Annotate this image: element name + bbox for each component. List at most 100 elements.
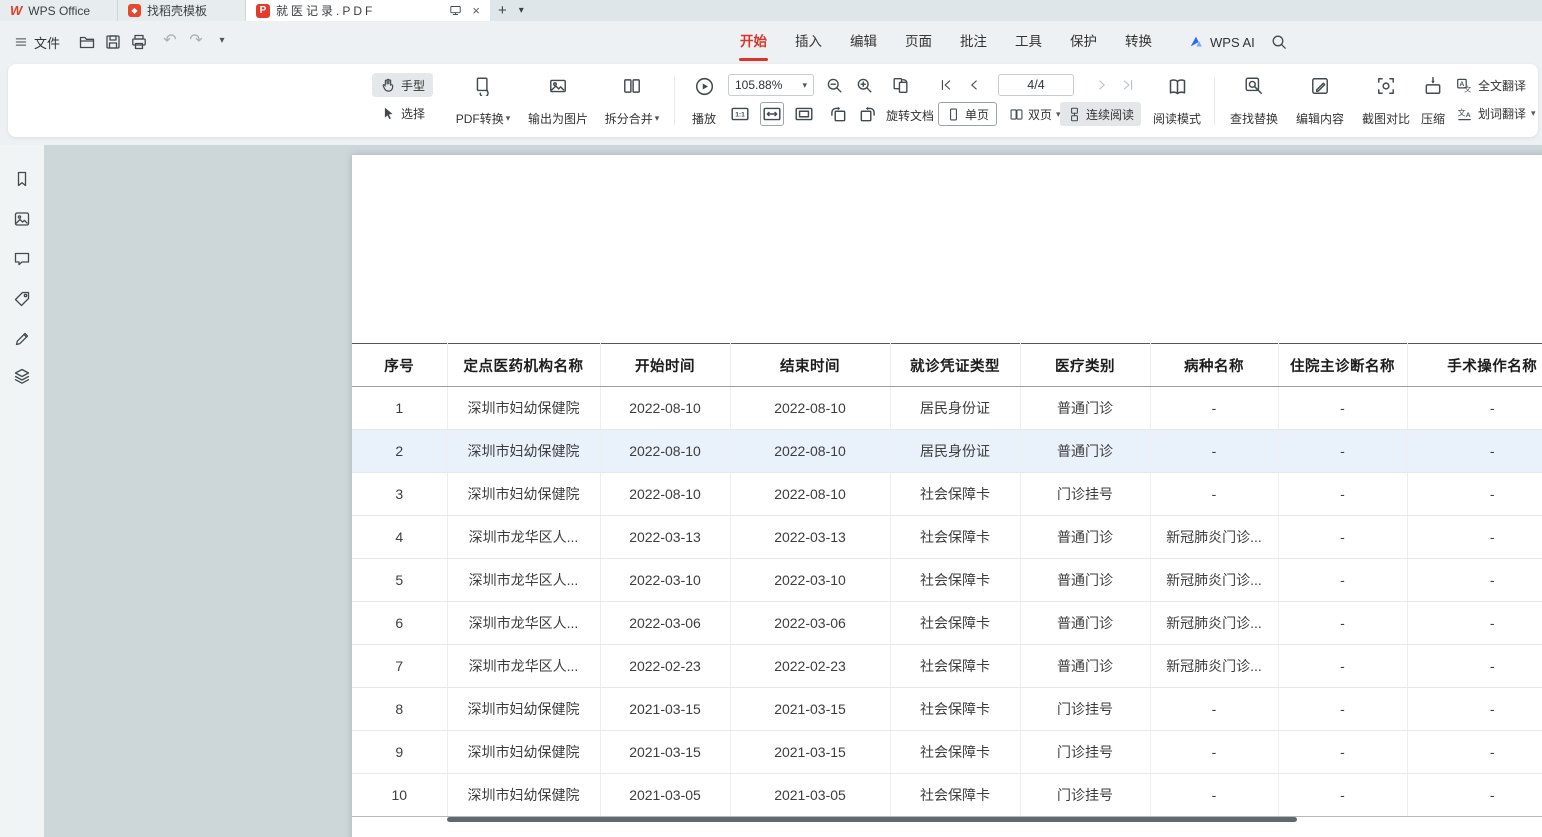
zoom-in-button[interactable] [852,73,876,97]
menu-item-1[interactable]: 插入 [781,21,836,63]
table-cell: 2021-03-15 [730,688,890,731]
menu-item-2[interactable]: 编辑 [836,21,891,63]
word-translate-button[interactable]: 文A 划词翻译 ▾ [1456,105,1536,122]
column-header: 序号 [352,344,447,387]
horizontal-scrollbar-thumb[interactable] [447,817,1297,822]
layers-icon[interactable] [13,367,31,385]
rotate-document-label[interactable]: 旋转文档 [886,107,934,124]
full-translate-button[interactable]: A文 全文翻译 [1456,77,1526,94]
table-cell: 深圳市妇幼保健院 [447,387,600,430]
read-mode-button[interactable]: 阅读模式 [1146,72,1208,130]
table-cell: 2022-02-23 [730,645,890,688]
actual-size-button[interactable]: 1:1 [728,102,752,126]
find-replace-button[interactable]: 查找替换 [1222,72,1286,130]
rotate-left-button[interactable] [826,102,850,126]
tab-wps-office[interactable]: W WPS Office [0,0,118,21]
save-icon[interactable] [104,33,122,51]
split-merge-button[interactable]: 拆分合并▾ [596,72,668,130]
column-header: 定点医药机构名称 [447,344,600,387]
tab-docer-templates[interactable]: ◆ 找稻壳模板 [118,0,246,21]
table-cell: 深圳市龙华区人... [447,516,600,559]
table-header-row: 序号定点医药机构名称开始时间结束时间就诊凭证类型医疗类别病种名称住院主诊断名称手… [352,344,1542,387]
next-page-button[interactable] [1092,73,1112,97]
tab-document-pdf[interactable]: P 就医记录.PDF × [246,0,490,21]
compress-button[interactable]: 压缩 [1412,72,1454,130]
redo-icon[interactable]: ↷ [186,30,206,50]
hand-icon [380,77,396,93]
hand-tool-button[interactable]: 手型 [372,73,433,97]
wps-logo-icon: W [10,3,22,18]
svg-text:文: 文 [1458,107,1466,117]
double-page-button[interactable]: 双页 ▾ [1002,102,1068,126]
last-page-button[interactable] [1118,73,1138,97]
full-translate-icon: A文 [1456,77,1473,94]
menu-item-7[interactable]: 转换 [1111,21,1166,63]
single-page-button[interactable]: 单页 [938,102,997,126]
comment-icon[interactable] [13,250,31,268]
new-tab-button[interactable]: + [490,0,515,21]
wps-ai-button[interactable]: WPS AI [1188,21,1255,63]
play-button[interactable]: 播放 [682,72,726,130]
zoom-level-select[interactable]: 105.88% ▾ [728,74,814,96]
tab-label: WPS Office [28,4,90,18]
pdf-convert-icon [473,76,493,96]
page-flip-icon [891,76,910,95]
undo-history-chevron-icon[interactable]: ▾ [212,35,232,46]
table-row: 5深圳市龙华区人...2022-03-102022-03-10社会保障卡普通门诊… [352,559,1542,602]
page-number-input[interactable]: 4/4 [998,74,1074,96]
toolbar-ribbon: 手型 选择 PDF转换▾ 输出为图片 拆分合并▾ 播放 105.88% ▾ 1:… [8,64,1538,137]
monitor-icon[interactable] [449,4,462,17]
print-icon[interactable] [130,33,148,51]
table-cell: - [1407,387,1542,430]
pen-icon[interactable] [13,330,31,348]
column-header: 医疗类别 [1020,344,1150,387]
select-tool-button[interactable]: 选择 [372,101,433,125]
pdf-convert-button[interactable]: PDF转换▾ [448,72,518,130]
table-cell: 深圳市妇幼保健院 [447,731,600,774]
search-icon[interactable] [1270,33,1288,51]
column-header: 住院主诊断名称 [1278,344,1407,387]
zoom-out-button[interactable] [822,73,846,97]
table-cell: - [1407,774,1542,817]
table-cell: - [1407,602,1542,645]
table-cell: 深圳市妇幼保健院 [447,774,600,817]
tag-icon[interactable] [13,290,31,308]
table-cell: 3 [352,473,447,516]
rotate-right-button[interactable] [856,102,880,126]
tab-list-chevron-icon[interactable]: ▾ [515,0,528,21]
table-cell: - [1278,559,1407,602]
menu-item-3[interactable]: 页面 [891,21,946,63]
tab-label: 找稻壳模板 [147,2,207,19]
fit-width-button[interactable] [760,102,784,126]
first-page-button[interactable] [936,73,956,97]
table-cell: 2022-03-06 [600,602,730,645]
menu-item-4[interactable]: 批注 [946,21,1001,63]
table-cell: 新冠肺炎门诊... [1150,516,1278,559]
medical-records-table: 序号定点医药机构名称开始时间结束时间就诊凭证类型医疗类别病种名称住院主诊断名称手… [352,343,1542,817]
file-menu-button[interactable]: 文件 [8,31,66,53]
table-cell: 2022-03-13 [600,516,730,559]
page-flip-view-button[interactable] [888,73,912,97]
document-viewport[interactable]: 序号定点医药机构名称开始时间结束时间就诊凭证类型医疗类别病种名称住院主诊断名称手… [44,145,1542,837]
open-folder-icon[interactable] [78,33,96,51]
menu-item-0[interactable]: 开始 [726,21,781,63]
table-cell: 1 [352,387,447,430]
column-header: 开始时间 [600,344,730,387]
previous-page-button[interactable] [964,73,984,97]
table-cell: 社会保障卡 [890,645,1020,688]
fit-page-button[interactable] [792,102,816,126]
menu-item-5[interactable]: 工具 [1001,21,1056,63]
export-as-image-button[interactable]: 输出为图片 [520,72,596,130]
continuous-reading-button[interactable]: 连续阅读 [1060,102,1141,126]
menu-item-6[interactable]: 保护 [1056,21,1111,63]
close-tab-icon[interactable]: × [472,3,480,18]
edit-content-button[interactable]: 编辑内容 [1288,72,1352,130]
undo-icon[interactable]: ↶ [160,30,180,50]
table-cell: - [1407,731,1542,774]
table-cell: - [1407,645,1542,688]
bookmark-icon[interactable] [13,170,31,188]
thumbnail-icon[interactable] [13,210,31,228]
screenshot-compare-button[interactable]: 截图对比 [1354,72,1418,130]
table-cell: 社会保障卡 [890,559,1020,602]
table-cell: - [1407,430,1542,473]
